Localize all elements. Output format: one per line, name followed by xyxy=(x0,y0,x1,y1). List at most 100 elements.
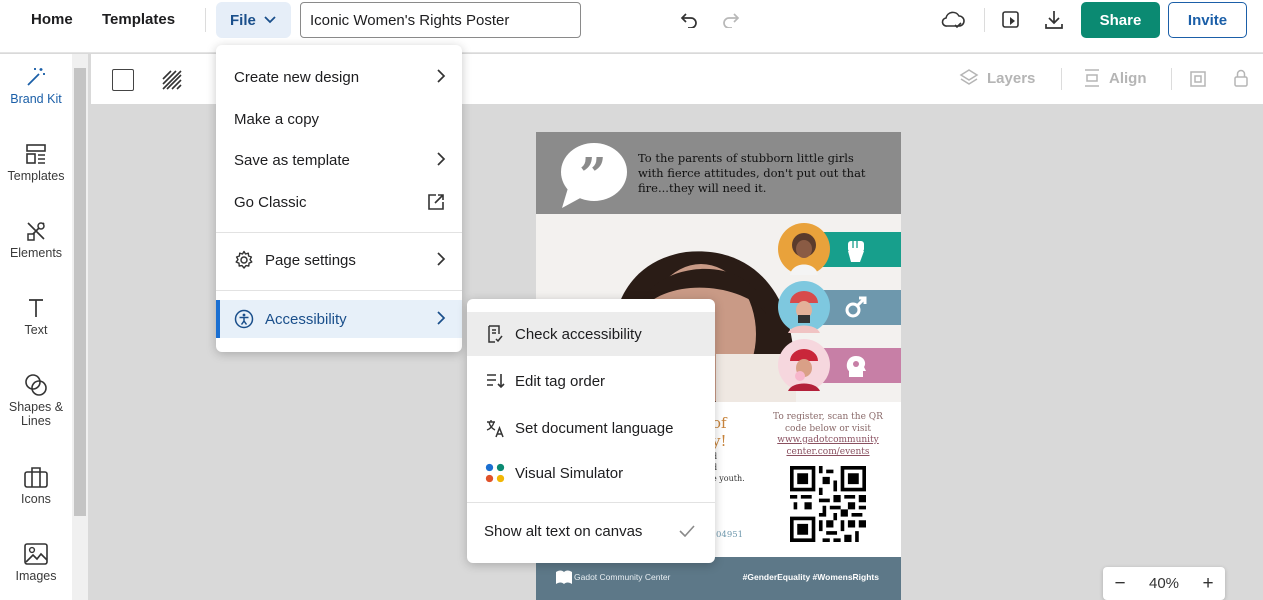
zoom-in-button[interactable]: + xyxy=(1191,573,1225,595)
sidebar-item-label: Text xyxy=(24,323,48,337)
checkmark-icon xyxy=(679,525,695,537)
menu-item-page-settings[interactable]: Page settings xyxy=(216,241,462,279)
menu-item-go-classic[interactable]: Go Classic xyxy=(216,183,462,221)
girl-photo-3 xyxy=(778,339,830,391)
sidebar-item-brand-kit[interactable]: Brand Kit xyxy=(0,64,72,106)
undo-icon[interactable] xyxy=(676,8,702,32)
lock-icon[interactable] xyxy=(1233,68,1249,93)
fill-color-icon[interactable] xyxy=(112,69,134,91)
menu-item-make-a-copy[interactable]: Make a copy xyxy=(216,100,462,138)
quote-banner: ” To the parents of stubborn little girl… xyxy=(536,132,901,214)
external-link-icon xyxy=(428,194,444,210)
cloud-saved-icon[interactable] xyxy=(938,6,968,34)
chevron-right-icon xyxy=(437,311,446,325)
share-button[interactable]: Share xyxy=(1081,2,1160,38)
chevron-right-icon xyxy=(437,69,446,83)
menu-divider xyxy=(467,502,715,503)
layers-icon xyxy=(959,69,979,85)
menu-item-label: Edit tag order xyxy=(515,372,606,390)
chevron-right-icon xyxy=(437,152,446,166)
footer-organization: Gadot Community Center xyxy=(574,572,671,582)
sidebar-item-text[interactable]: Text xyxy=(0,295,72,337)
footer-hashtags: #GenderEquality #WomensRights xyxy=(742,572,879,582)
head-profile-icon xyxy=(846,356,866,377)
sidebar-item-label: Images xyxy=(15,569,57,583)
divider xyxy=(1171,68,1172,90)
align-button[interactable]: Align xyxy=(1083,68,1147,88)
menu-item-check-accessibility[interactable]: Check accessibility xyxy=(467,312,715,356)
partial-phone: 04951 xyxy=(716,530,744,540)
sidebar-item-icons[interactable]: Icons xyxy=(0,464,72,506)
position-icon[interactable] xyxy=(1188,69,1208,94)
magic-wand-icon xyxy=(27,68,45,86)
menu-item-label: Show alt text on canvas xyxy=(484,522,643,540)
sidebar-item-shapes[interactable]: Shapes & Lines xyxy=(0,372,72,428)
layers-label: Layers xyxy=(987,69,1036,87)
briefcase-icon xyxy=(24,467,48,488)
checklist-icon xyxy=(488,325,503,343)
book-icon xyxy=(556,570,572,584)
menu-item-create-new-design[interactable]: Create new design xyxy=(216,58,462,96)
layers-button[interactable]: Layers xyxy=(959,68,1035,88)
chevron-down-icon xyxy=(264,16,276,24)
scrollbar-thumb[interactable] xyxy=(74,68,86,516)
zoom-control: − 40% + xyxy=(1103,567,1225,600)
invite-button[interactable]: Invite xyxy=(1168,2,1247,38)
sidebar-item-label: Shapes & Lines xyxy=(8,400,64,428)
zoom-out-button[interactable]: − xyxy=(1103,573,1137,595)
menu-item-edit-tag-order[interactable]: Edit tag order xyxy=(467,359,715,403)
download-icon[interactable] xyxy=(1040,6,1068,34)
register-text: To register, scan the QR code below or v… xyxy=(773,412,883,458)
zoom-level[interactable]: 40% xyxy=(1137,575,1191,592)
sidebar-item-images[interactable]: Images xyxy=(0,541,72,583)
file-label: File xyxy=(230,11,256,29)
file-menu-button[interactable]: File xyxy=(216,2,291,38)
left-sidebar: Brand Kit Templates Elements Text Shapes… xyxy=(0,54,72,600)
home-link[interactable]: Home xyxy=(31,11,73,28)
file-dropdown-menu: Create new design Make a copy Save as te… xyxy=(216,45,462,352)
menu-item-label: Set document language xyxy=(515,419,674,437)
qr-code-image xyxy=(790,466,866,542)
pattern-icon[interactable] xyxy=(161,69,183,96)
shapes-icon xyxy=(25,374,47,396)
svg-text:”: ” xyxy=(579,148,607,204)
menu-item-show-alt-text[interactable]: Show alt text on canvas xyxy=(467,509,715,553)
templates-link[interactable]: Templates xyxy=(102,11,175,28)
color-dots-icon xyxy=(485,463,505,483)
menu-item-set-document-language[interactable]: Set document language xyxy=(467,406,715,450)
menu-item-save-as-template[interactable]: Save as template xyxy=(216,141,462,179)
sidebar-item-label: Icons xyxy=(21,492,51,506)
quote-text: To the parents of stubborn little girls … xyxy=(638,151,866,195)
menu-item-label: Visual Simulator xyxy=(515,464,624,482)
zoom-unit: % xyxy=(1165,575,1180,592)
text-icon xyxy=(29,299,43,317)
girl-photo-1 xyxy=(778,223,830,275)
register-instruction: To register, scan the QR code below or v… xyxy=(773,412,883,434)
menu-item-label: Accessibility xyxy=(265,310,347,328)
poster-footer: Gadot Community Center #GenderEquality #… xyxy=(536,557,901,600)
divider xyxy=(1061,68,1062,90)
gear-icon xyxy=(235,250,253,269)
menu-item-visual-simulator[interactable]: Visual Simulator xyxy=(467,451,715,495)
register-link: www.gadotcommunity center.com/events xyxy=(777,435,879,457)
present-icon[interactable] xyxy=(998,6,1026,34)
sidebar-scrollbar[interactable] xyxy=(72,54,88,600)
sidebar-item-label: Templates xyxy=(7,169,65,183)
menu-item-accessibility[interactable]: Accessibility xyxy=(216,300,462,338)
image-icon xyxy=(24,543,48,565)
menu-divider xyxy=(216,232,462,233)
sidebar-item-elements[interactable]: Elements xyxy=(0,218,72,260)
menu-item-label: Save as template xyxy=(234,151,350,169)
document-title-input[interactable] xyxy=(300,2,581,38)
menu-item-label: Go Classic xyxy=(234,193,307,211)
divider xyxy=(984,8,985,32)
align-label: Align xyxy=(1109,69,1147,87)
translate-icon xyxy=(486,420,504,438)
redo-icon[interactable] xyxy=(718,8,744,32)
divider xyxy=(205,8,206,32)
sidebar-item-templates[interactable]: Templates xyxy=(0,141,72,183)
zoom-value: 40 xyxy=(1148,575,1166,592)
fist-icon xyxy=(848,241,864,262)
girl-photo-2 xyxy=(778,281,830,333)
elements-icon xyxy=(27,222,45,241)
